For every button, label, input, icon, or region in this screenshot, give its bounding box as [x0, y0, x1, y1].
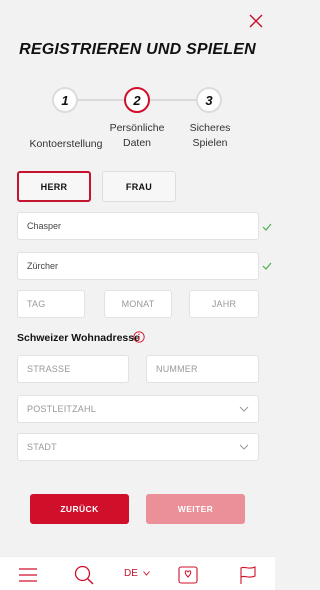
postal-code-select[interactable]: POSTLEITZAHL — [17, 395, 259, 423]
info-icon[interactable] — [133, 331, 145, 343]
step-2-label: Persönliche Daten — [100, 121, 174, 151]
bottom-nav: DE — [0, 556, 275, 590]
next-button[interactable]: WEITER — [146, 494, 245, 524]
language-label: DE — [124, 568, 138, 579]
check-icon — [262, 262, 272, 270]
step-3-label-line1: Sicheres — [189, 122, 231, 134]
close-button[interactable] — [247, 12, 265, 30]
house-number-field[interactable]: NUMMER — [146, 355, 259, 383]
flag-icon[interactable] — [237, 564, 259, 586]
city-placeholder: STADT — [27, 442, 57, 452]
last-name-field[interactable]: Zürcher — [17, 252, 259, 280]
menu-icon[interactable] — [18, 567, 38, 583]
first-name-field[interactable]: Chasper — [17, 212, 259, 240]
street-field[interactable]: STRASSE — [17, 355, 129, 383]
step-1-label: Kontoerstellung — [29, 138, 103, 150]
check-icon — [262, 223, 272, 231]
search-icon[interactable] — [73, 564, 95, 586]
page-title: REGISTRIEREN UND SPIELEN — [19, 41, 256, 58]
step-2-circle: 2 — [124, 87, 150, 113]
step-3-label: Sicheres Spielen — [176, 121, 244, 151]
close-icon — [249, 14, 263, 28]
back-button[interactable]: ZURÜCK — [30, 494, 129, 524]
step-3-circle: 3 — [196, 87, 222, 113]
gender-male-button[interactable]: HERR — [17, 171, 91, 202]
language-selector[interactable]: DE — [124, 568, 150, 579]
step-2-label-line1: Persönliche — [109, 122, 165, 134]
chevron-down-icon — [142, 571, 150, 576]
chevron-down-icon — [239, 444, 249, 450]
step-3-label-line2: Spielen — [192, 137, 228, 149]
birth-day-field[interactable]: TAG — [17, 290, 85, 318]
postal-code-placeholder: POSTLEITZAHL — [27, 404, 96, 414]
city-select[interactable]: STADT — [17, 433, 259, 461]
step-2-label-line2: Daten — [122, 137, 152, 149]
gender-female-button[interactable]: FRAU — [102, 171, 176, 202]
step-1-circle: 1 — [52, 87, 78, 113]
birth-month-field[interactable]: MONAT — [104, 290, 172, 318]
birth-year-field[interactable]: JAHR — [189, 290, 259, 318]
cards-icon[interactable] — [177, 564, 199, 586]
chevron-down-icon — [239, 406, 249, 412]
address-section-title: Schweizer Wohnadresse — [17, 332, 140, 344]
